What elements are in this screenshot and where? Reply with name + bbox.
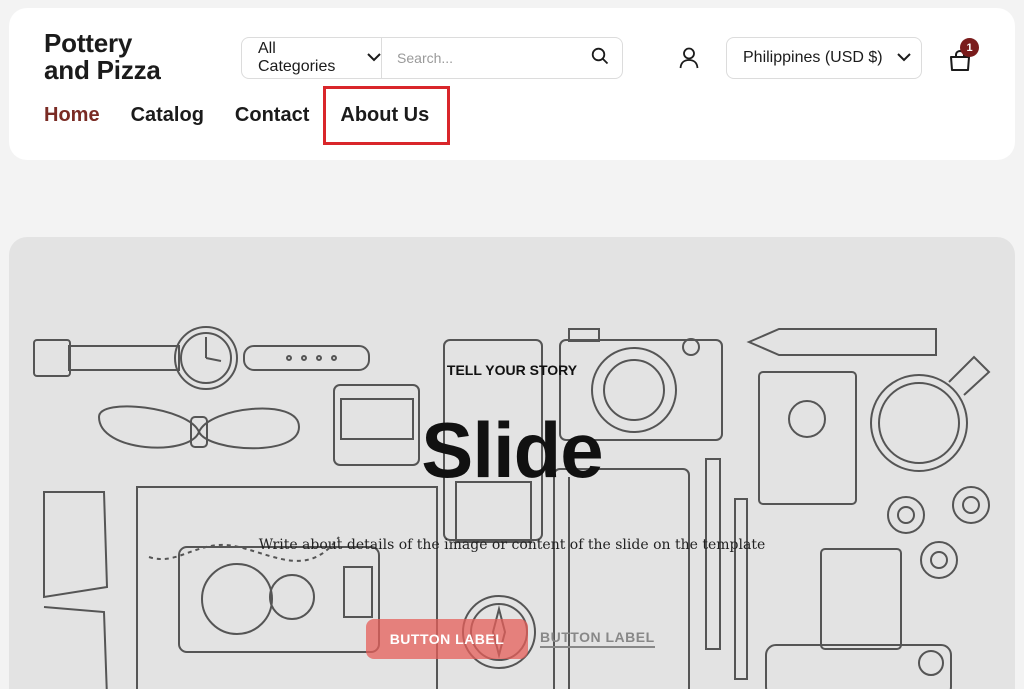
- cart-count-badge: 1: [960, 38, 979, 57]
- account-button[interactable]: [675, 46, 703, 74]
- hero-eyebrow: TELL YOUR STORY: [446, 362, 578, 378]
- search-button[interactable]: [578, 38, 622, 78]
- chevron-down-icon: [367, 49, 381, 67]
- site-logo[interactable]: Pottery and Pizza: [44, 30, 161, 84]
- country-selector[interactable]: Philippines (USD $): [726, 37, 922, 79]
- main-nav: Home Catalog Contact About Us: [44, 86, 460, 145]
- hero-secondary-button[interactable]: BUTTON LABEL: [540, 629, 655, 648]
- logo-line-2: and Pizza: [44, 55, 161, 85]
- hero-title: Slide: [421, 406, 603, 494]
- chevron-down-icon: [896, 49, 911, 67]
- category-select-label: All Categories: [258, 40, 336, 75]
- search-icon: [591, 47, 609, 70]
- nav-item-contact[interactable]: Contact: [235, 104, 309, 127]
- hero-description: Write about details of the image or cont…: [258, 537, 766, 553]
- search-bar: All Categories: [241, 37, 623, 79]
- country-label: Philippines (USD $): [743, 49, 883, 66]
- nav-item-home[interactable]: Home: [44, 104, 100, 127]
- search-input[interactable]: [382, 38, 579, 78]
- user-icon: [679, 47, 699, 74]
- category-select[interactable]: All Categories: [242, 38, 383, 78]
- hero-primary-button[interactable]: BUTTON LABEL: [366, 619, 528, 659]
- nav-item-catalog[interactable]: Catalog: [131, 104, 204, 127]
- highlight-box: [323, 86, 450, 145]
- site-header: Pottery and Pizza All Categories Philipp…: [9, 8, 1015, 160]
- logo-line-1: Pottery: [44, 28, 133, 58]
- hero-slide: TELL YOUR STORY Slide Write about detail…: [9, 237, 1015, 689]
